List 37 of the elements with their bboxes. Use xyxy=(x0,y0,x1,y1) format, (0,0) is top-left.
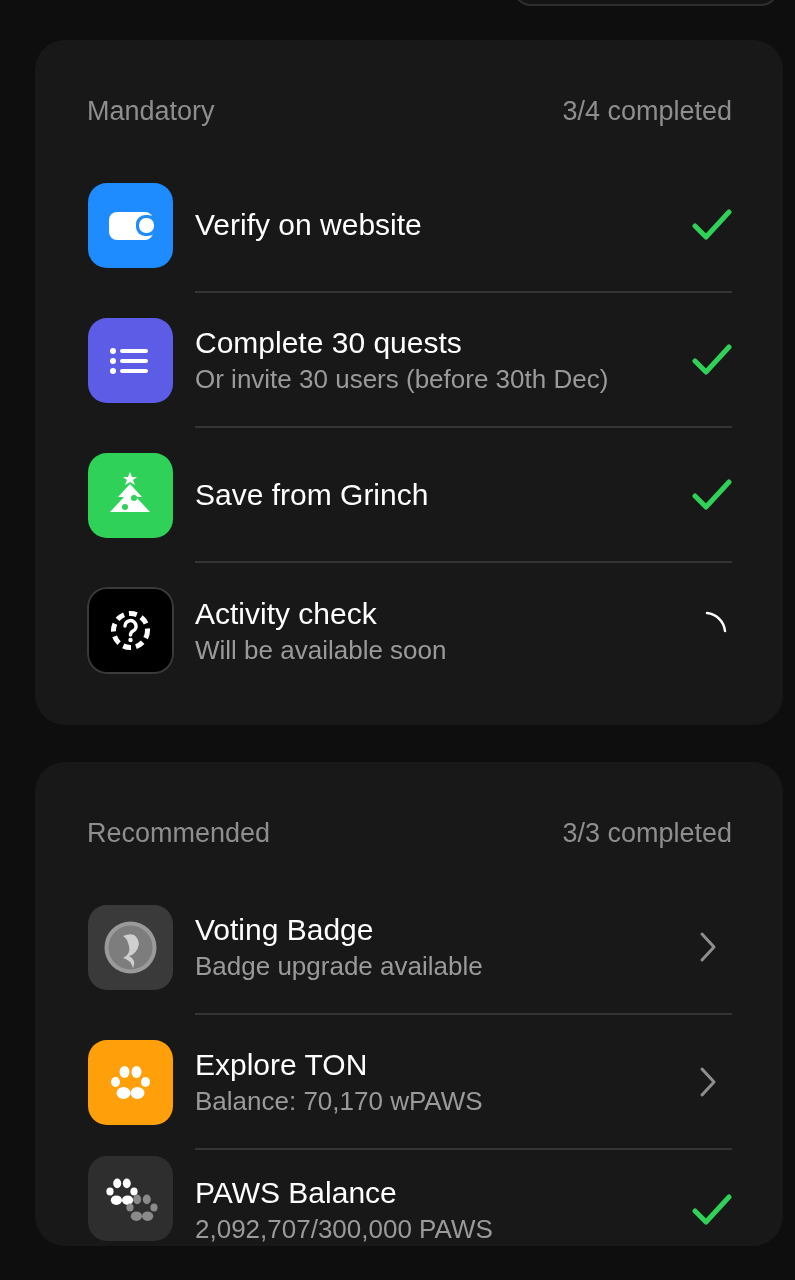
task-item[interactable]: PAWS Balance 2,092,707/300,000 PAWS xyxy=(195,1150,732,1246)
task-title: Verify on website xyxy=(195,206,423,243)
task-item[interactable]: Explore TON Balance: 70,170 wPAWS xyxy=(195,1015,732,1150)
task-subtitle: Will be available soon xyxy=(195,633,448,667)
task-subtitle: Or invite 30 users (before 30th Dec) xyxy=(195,362,610,396)
progress-count: 3/3 completed xyxy=(562,817,732,850)
task-title: Explore TON xyxy=(195,1046,369,1083)
chevron-right-icon[interactable] xyxy=(698,930,718,963)
task-subtitle: Badge upgrade available xyxy=(195,949,484,983)
task-item[interactable]: Complete 30 quests Or invite 30 users (before 30th Dec) xyxy=(195,293,732,428)
task-title: PAWS Balance xyxy=(195,1175,398,1211)
checkmark-icon xyxy=(692,478,732,511)
checkmark-icon xyxy=(692,1194,732,1226)
task-subtitle: Balance: 70,170 wPAWS xyxy=(195,1084,484,1118)
question-icon xyxy=(87,587,174,674)
task-item[interactable]: Verify on website xyxy=(195,158,732,293)
section-title: Mandatory xyxy=(87,95,215,128)
task-title: Activity check xyxy=(195,595,378,632)
paws-icon xyxy=(87,1154,174,1242)
list-icon xyxy=(87,317,174,404)
task-title: Voting Badge xyxy=(195,911,375,948)
task-title: Complete 30 quests xyxy=(195,324,463,361)
tree-icon xyxy=(87,452,174,539)
task-title: Save from Grinch xyxy=(195,476,430,513)
chevron-right-icon[interactable] xyxy=(698,1065,718,1098)
wallet-icon xyxy=(87,182,174,269)
checkmark-icon xyxy=(692,208,732,241)
task-subtitle: 2,092,707/300,000 PAWS xyxy=(195,1213,494,1246)
section-title: Recommended xyxy=(87,817,271,850)
task-item[interactable]: Save from Grinch xyxy=(195,428,732,563)
checkmark-icon xyxy=(692,343,732,376)
coin-icon xyxy=(87,904,174,991)
task-item[interactable]: Activity check Will be available soon xyxy=(195,563,732,698)
task-item[interactable]: Voting Badge Badge upgrade available xyxy=(195,880,732,1015)
paw-icon xyxy=(87,1039,174,1126)
loading-spinner-icon xyxy=(704,609,728,634)
progress-count: 3/4 completed xyxy=(562,95,732,128)
